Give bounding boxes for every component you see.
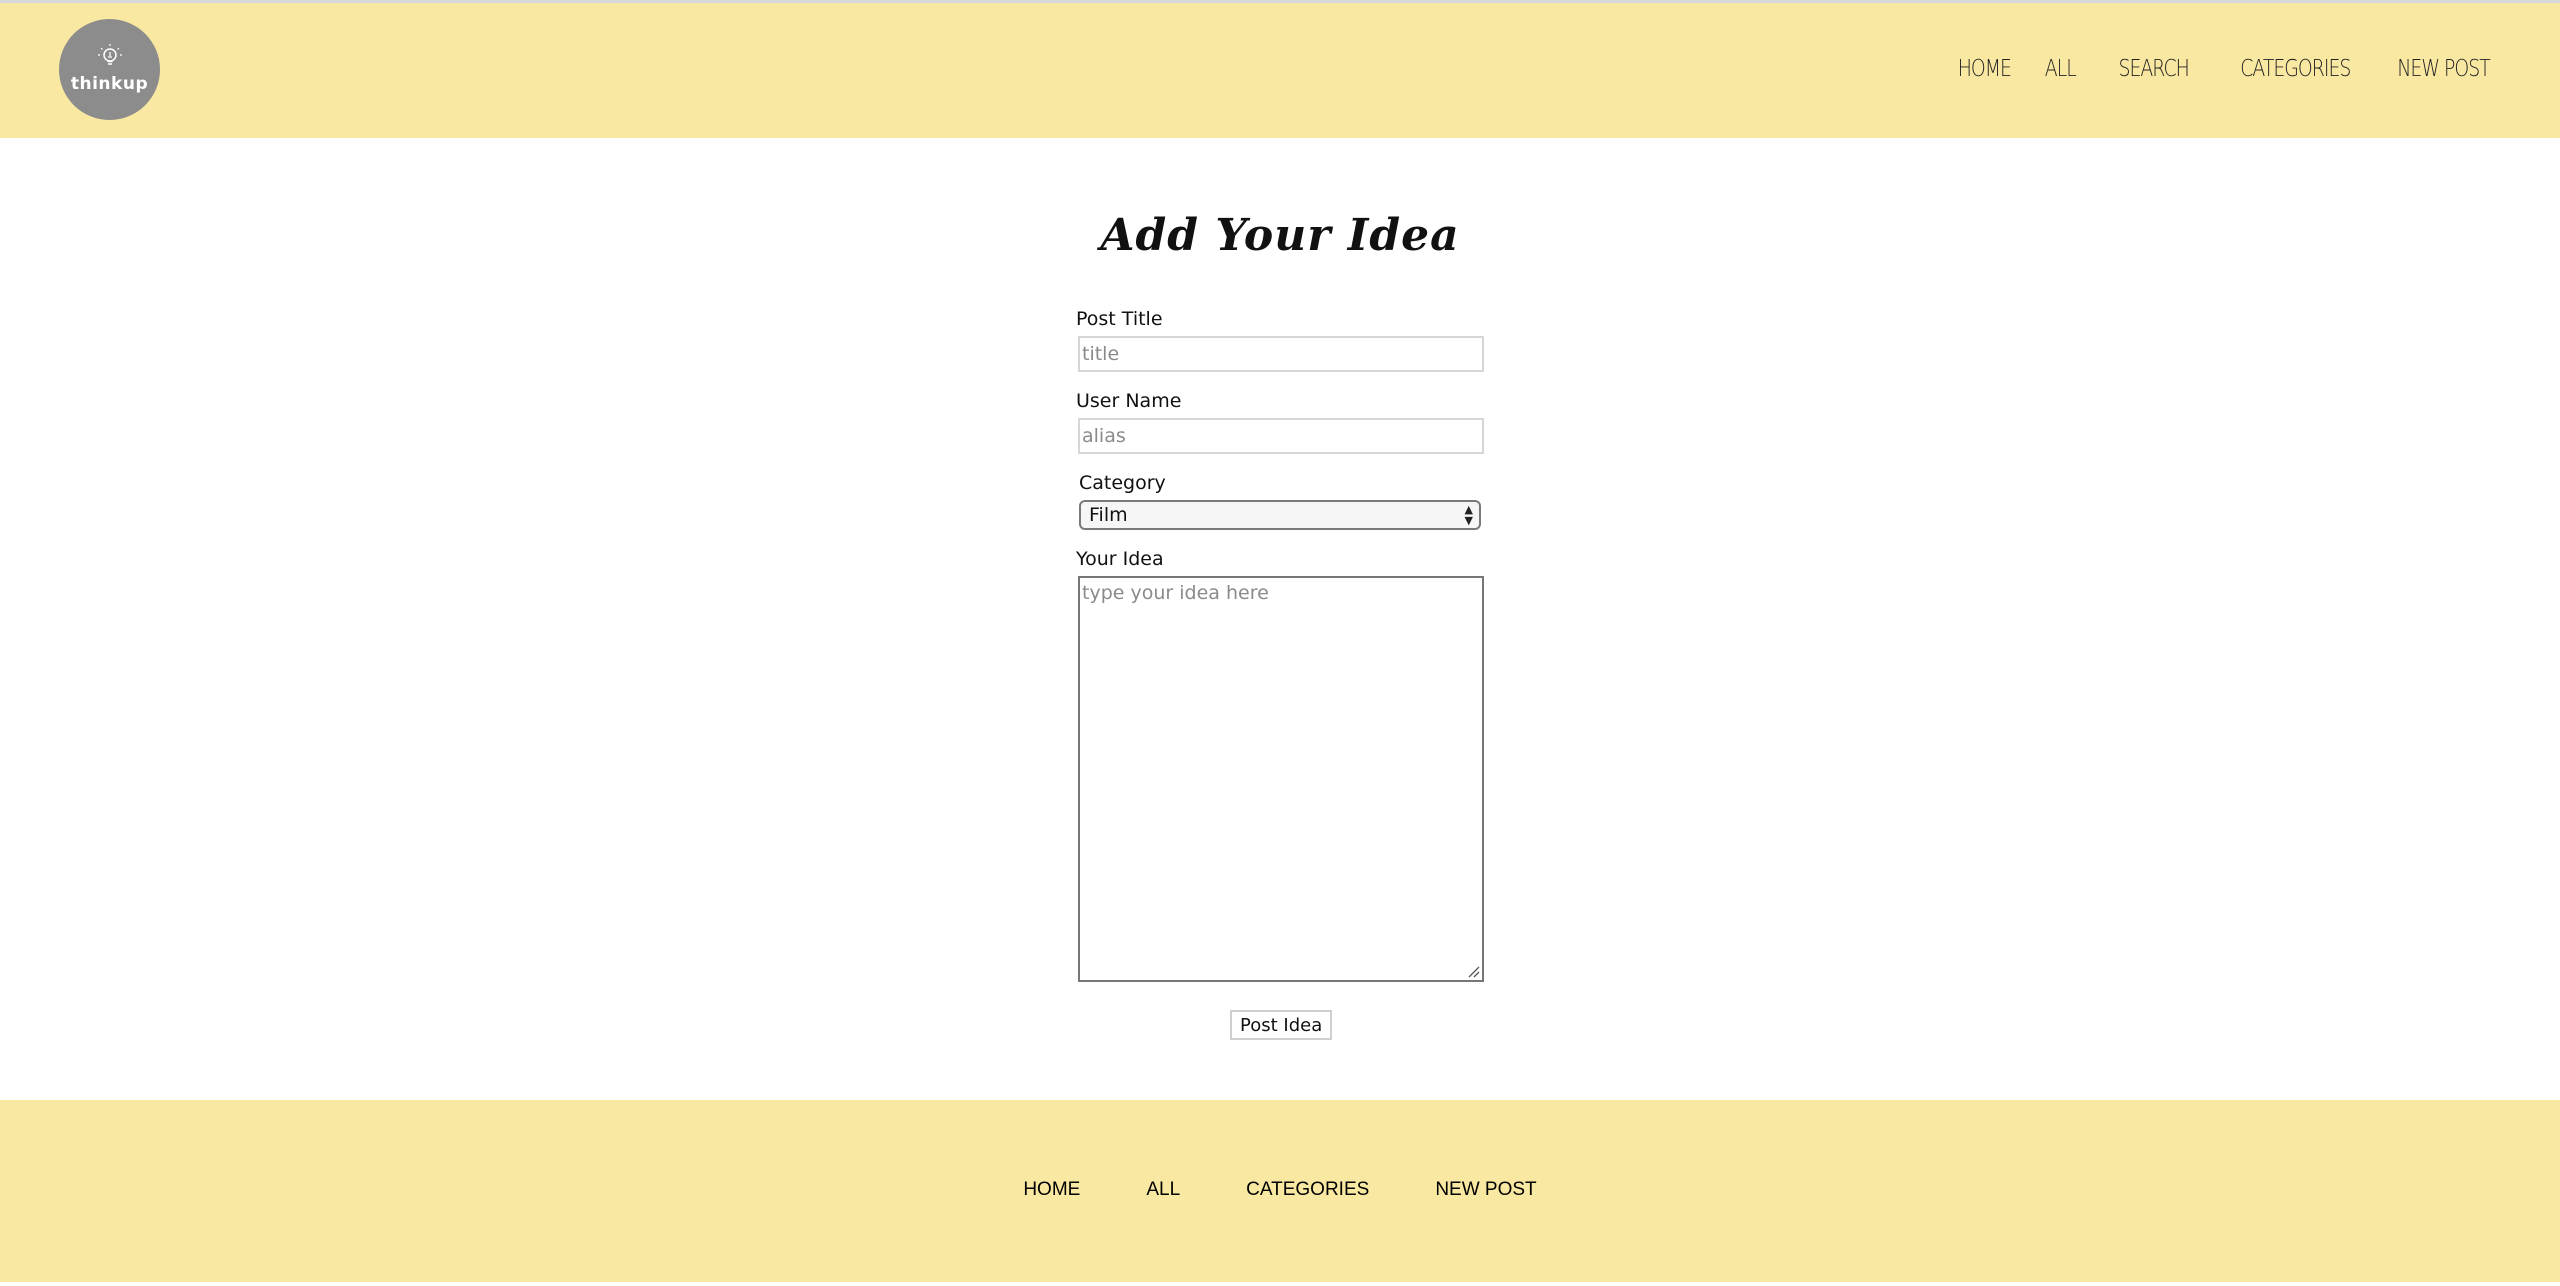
nav-all[interactable]: ALL: [2045, 56, 2077, 82]
thinkup-logo[interactable]: thinkup: [59, 19, 160, 120]
category-selected-value: Film: [1089, 504, 1128, 526]
page-title: Add Your Idea: [1100, 210, 1460, 261]
user-name-label: User Name: [1076, 390, 1182, 412]
category-label: Category: [1079, 472, 1166, 494]
category-select[interactable]: Film ▲ ▼: [1079, 500, 1481, 530]
footer-nav-home[interactable]: HOME: [1023, 1179, 1080, 1201]
footer-nav-new-post[interactable]: NEW POST: [1435, 1179, 1536, 1201]
logo-text: thinkup: [70, 74, 149, 94]
site-footer: HOME ALL CATEGORIES NEW POST: [0, 1100, 2560, 1282]
footer-nav-all[interactable]: ALL: [1146, 1179, 1180, 1201]
select-arrows-icon: ▲ ▼: [1464, 503, 1473, 527]
nav-home[interactable]: HOME: [1958, 56, 2012, 82]
footer-nav-categories[interactable]: CATEGORIES: [1246, 1179, 1369, 1201]
site-header: thinkup HOME ALL SEARCH CATEGORIES NEW P…: [0, 3, 2560, 138]
footer-nav: HOME ALL CATEGORIES NEW POST: [0, 1179, 2560, 1201]
your-idea-label: Your Idea: [1076, 548, 1164, 570]
main-content: Add Your Idea Post Title User Name Categ…: [0, 138, 2560, 1100]
nav-categories[interactable]: CATEGORIES: [2240, 56, 2351, 82]
lightbulb-icon: [98, 44, 122, 65]
post-idea-button[interactable]: Post Idea: [1230, 1010, 1333, 1040]
user-name-input[interactable]: [1078, 418, 1484, 454]
post-title-label: Post Title: [1076, 308, 1163, 330]
idea-textarea[interactable]: [1078, 576, 1484, 982]
post-title-input[interactable]: [1078, 336, 1484, 372]
nav-new-post[interactable]: NEW POST: [2397, 56, 2490, 82]
top-nav: HOME ALL SEARCH CATEGORIES NEW POST: [1946, 56, 2491, 82]
resize-grip-icon[interactable]: [1466, 964, 1480, 978]
nav-search[interactable]: SEARCH: [2118, 56, 2189, 82]
